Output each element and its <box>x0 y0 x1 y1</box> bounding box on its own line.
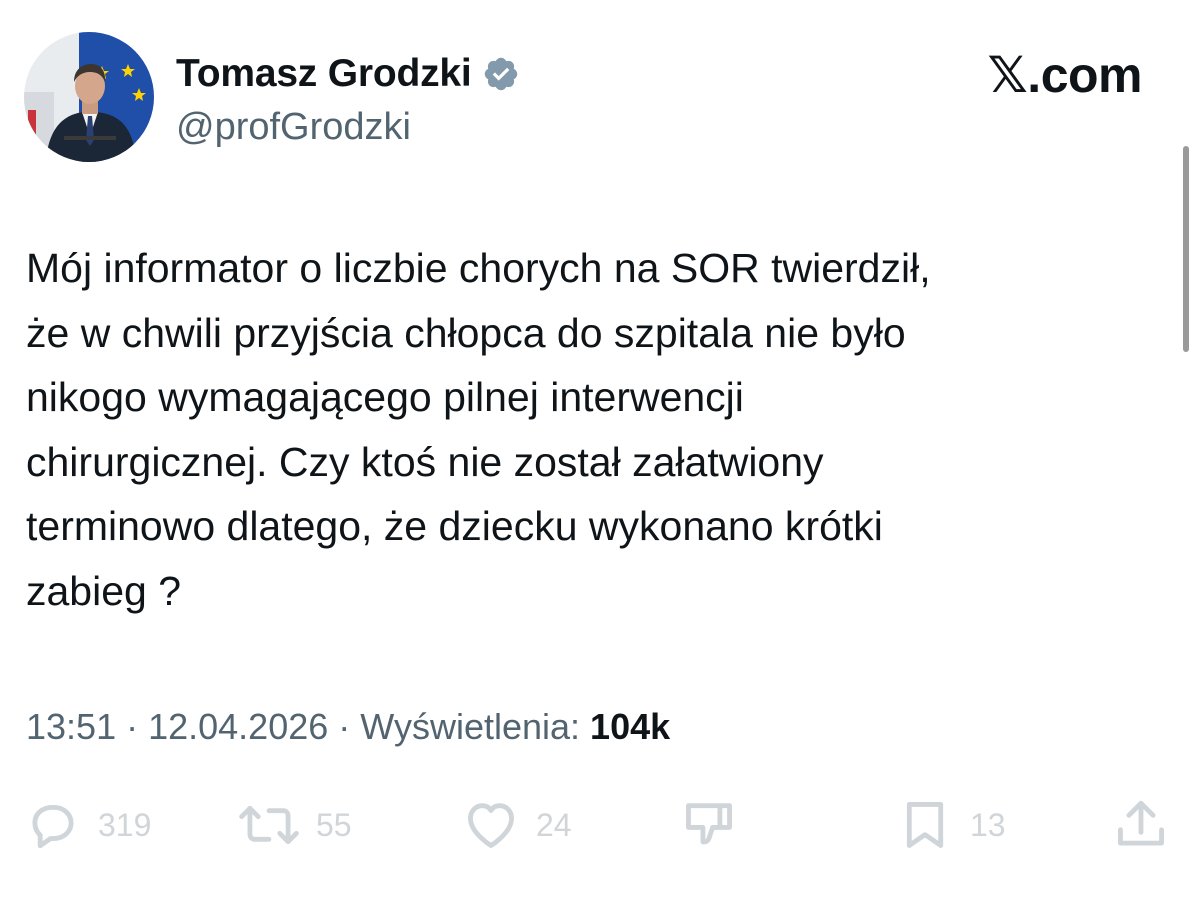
tweet-text: Mój informator o liczbie chorych na SOR … <box>26 245 931 614</box>
tweet-meta: 13:51 · 12.04.2026 · Wyświetlenia: 104k <box>26 706 670 748</box>
like-button[interactable]: 24 <box>462 790 572 860</box>
dislike-button[interactable] <box>680 790 738 860</box>
verified-badge-icon <box>482 55 520 93</box>
heart-icon <box>462 796 520 854</box>
tweet-card: Tomasz Grodzki @profGrodzki 𝕏.com Mój in… <box>0 0 1200 914</box>
bookmark-icon <box>896 796 954 854</box>
tweet-time[interactable]: 13:51 <box>26 706 116 747</box>
repost-button[interactable]: 55 <box>238 790 352 860</box>
views-count: 104k <box>590 706 671 747</box>
avatar-photo <box>24 32 154 162</box>
like-count: 24 <box>536 806 572 843</box>
scrollbar[interactable] <box>1183 146 1189 352</box>
dislike-icon <box>680 796 738 854</box>
tweet-date[interactable]: 12.04.2026 <box>148 706 328 747</box>
action-bar: 319 55 24 13 <box>0 790 1200 860</box>
author-display-name[interactable]: Tomasz Grodzki <box>176 52 472 96</box>
meta-separator: · <box>328 706 361 747</box>
share-icon <box>1112 796 1170 854</box>
share-button[interactable] <box>1112 790 1170 860</box>
reply-icon <box>24 796 82 854</box>
reply-button[interactable]: 319 <box>24 790 151 860</box>
repost-icon <box>238 796 300 854</box>
avatar[interactable] <box>24 32 154 162</box>
reply-count: 319 <box>98 806 152 843</box>
bookmark-count: 13 <box>970 806 1006 843</box>
x-com-logo: 𝕏.com <box>987 47 1143 103</box>
views-label: Wyświetlenia: <box>360 706 581 747</box>
author-name-row: Tomasz Grodzki <box>176 46 520 102</box>
meta-separator: · <box>116 706 149 747</box>
bookmark-button[interactable]: 13 <box>896 790 1006 860</box>
author-handle[interactable]: @profGrodzki <box>176 106 411 149</box>
repost-count: 55 <box>316 806 352 843</box>
